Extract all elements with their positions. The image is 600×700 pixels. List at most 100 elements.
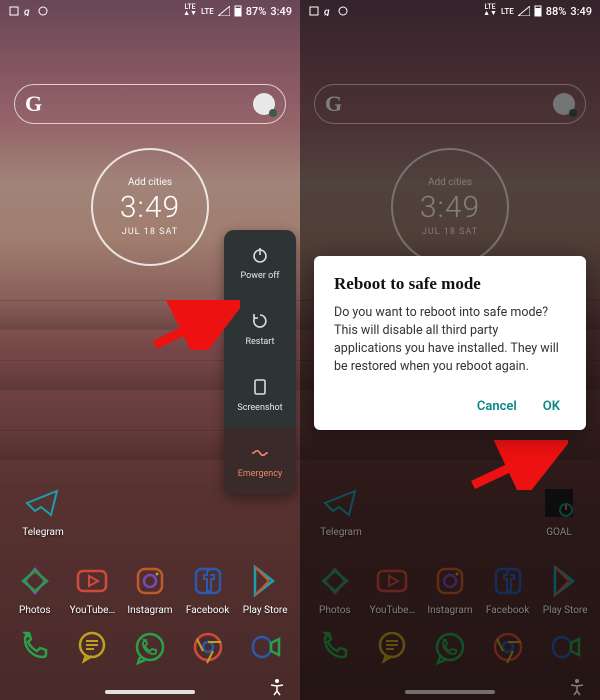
- app-telegram[interactable]: Telegram: [16, 483, 70, 538]
- status-bar: g LTE▲▼ LTE 88% 3:49: [300, 0, 600, 22]
- status-bar: g LTE▲▼ LTE 87% 3:49: [0, 0, 300, 22]
- battery-icon: [234, 5, 242, 17]
- app-label: GOAL: [546, 527, 572, 538]
- power-emergency[interactable]: Emergency: [224, 428, 296, 494]
- facebook-icon: [488, 561, 528, 601]
- nav-pill[interactable]: [405, 690, 495, 694]
- dock: [300, 622, 600, 672]
- app-telegram[interactable]: Telegram: [314, 483, 368, 538]
- youtube-icon: [72, 561, 112, 601]
- facebook-icon: [188, 561, 228, 601]
- youtube-icon: [372, 561, 412, 601]
- app-label: YouTube…: [370, 605, 416, 616]
- signal-icon: [518, 6, 530, 16]
- lte-label-2: LTE: [201, 7, 214, 16]
- svg-text:g: g: [24, 7, 30, 16]
- photos-icon: [15, 561, 55, 601]
- restart-icon: [250, 311, 270, 331]
- emergency-icon: [250, 443, 270, 463]
- signal-icon: [218, 6, 230, 16]
- status-time: 3:49: [270, 5, 292, 18]
- instagram-icon: [130, 561, 170, 601]
- app-label: Facebook: [486, 605, 529, 616]
- chrome-icon[interactable]: [187, 626, 229, 668]
- screenshot-icon: [250, 377, 270, 397]
- annotation-arrow: [150, 300, 240, 350]
- clock-date: JUL 18 SAT: [422, 227, 478, 237]
- clock-time: 3:49: [120, 190, 180, 225]
- google-g-icon: G: [25, 91, 42, 117]
- screenshot-safe-mode-dialog: g LTE▲▼ LTE 88% 3:49 G Add cities 3:49 J…: [300, 0, 600, 700]
- status-time: 3:49: [570, 5, 592, 18]
- app-label: Instagram: [127, 605, 172, 616]
- app-label: Telegram: [320, 527, 362, 538]
- playstore-icon: [545, 561, 585, 601]
- accessibility-icon[interactable]: [268, 678, 286, 696]
- telegram-icon: [321, 483, 361, 523]
- clock-widget[interactable]: Add cities 3:49 JUL 18 SAT: [91, 148, 209, 266]
- app-youtube[interactable]: YouTube…: [365, 561, 419, 616]
- app-instagram[interactable]: Instagram: [423, 561, 477, 616]
- safe-mode-dialog: Reboot to safe mode Do you want to reboo…: [314, 256, 586, 430]
- whatsapp-icon[interactable]: [129, 626, 171, 668]
- screenshot-power-menu: g LTE▲▼ LTE 87% 3:49 G Add cities 3:49 J…: [0, 0, 300, 700]
- power-power-off[interactable]: Power off: [224, 230, 296, 296]
- playstore-icon: [245, 561, 285, 601]
- battery-icon: [534, 5, 542, 17]
- app-photos[interactable]: Photos: [308, 561, 362, 616]
- accessibility-icon[interactable]: [568, 678, 586, 696]
- clock-add-cities: Add cities: [428, 177, 472, 188]
- app-notif-3-icon: [338, 6, 348, 16]
- nav-pill[interactable]: [105, 690, 195, 694]
- app-facebook[interactable]: Facebook: [481, 561, 535, 616]
- dialog-title: Reboot to safe mode: [334, 274, 566, 294]
- whatsapp-icon[interactable]: [429, 626, 471, 668]
- clock-time: 3:49: [420, 190, 480, 225]
- app-notif-1-icon: [308, 5, 320, 17]
- chrome-icon[interactable]: [487, 626, 529, 668]
- phone-icon[interactable]: [14, 626, 56, 668]
- svg-text:g: g: [324, 7, 330, 16]
- app-row: Photos YouTube… Instagram Facebook Play …: [0, 561, 300, 616]
- power-menu: Power off Restart Screenshot Emergency: [224, 230, 296, 494]
- google-search-bar[interactable]: G: [314, 84, 586, 124]
- battery-percent: 88%: [546, 5, 567, 18]
- app-facebook[interactable]: Facebook: [181, 561, 235, 616]
- ok-button[interactable]: OK: [543, 399, 560, 414]
- power-screenshot[interactable]: Screenshot: [224, 362, 296, 428]
- cancel-button[interactable]: Cancel: [477, 399, 517, 414]
- clock-widget[interactable]: Add cities 3:49 JUL 18 SAT: [391, 148, 509, 266]
- google-g-icon: G: [325, 91, 342, 117]
- power-item-label: Emergency: [238, 469, 283, 479]
- app-notif-1-icon: [8, 5, 20, 17]
- lte-label-2: LTE: [501, 7, 514, 16]
- duo-icon[interactable]: [244, 626, 286, 668]
- app-goal[interactable]: GOAL: [532, 483, 586, 538]
- app-youtube[interactable]: YouTube…: [65, 561, 119, 616]
- google-search-bar[interactable]: G: [14, 84, 286, 124]
- power-item-label: Power off: [241, 271, 280, 281]
- clock-add-cities: Add cities: [128, 177, 172, 188]
- dialog-body: Do you want to reboot into safe mode? Th…: [334, 304, 566, 377]
- app-playstore[interactable]: Play Store: [238, 561, 292, 616]
- messages-icon[interactable]: [71, 626, 113, 668]
- app-notif-2-icon: g: [324, 6, 334, 16]
- app-notif-3-icon: [38, 6, 48, 16]
- app-label: Telegram: [22, 527, 64, 538]
- phone-icon[interactable]: [314, 626, 356, 668]
- power-icon: [250, 245, 270, 265]
- app-label: YouTube…: [70, 605, 116, 616]
- instagram-icon: [430, 561, 470, 601]
- app-playstore[interactable]: Play Store: [538, 561, 592, 616]
- dock: [0, 622, 300, 672]
- duo-icon[interactable]: [544, 626, 586, 668]
- clock-date: JUL 18 SAT: [122, 227, 178, 237]
- app-label: Play Store: [243, 605, 288, 616]
- app-photos[interactable]: Photos: [8, 561, 62, 616]
- app-label: Photos: [19, 605, 51, 616]
- assistant-icon[interactable]: [253, 93, 275, 115]
- app-instagram[interactable]: Instagram: [123, 561, 177, 616]
- messages-icon[interactable]: [371, 626, 413, 668]
- app-notif-2-icon: g: [24, 6, 34, 16]
- assistant-icon[interactable]: [553, 93, 575, 115]
